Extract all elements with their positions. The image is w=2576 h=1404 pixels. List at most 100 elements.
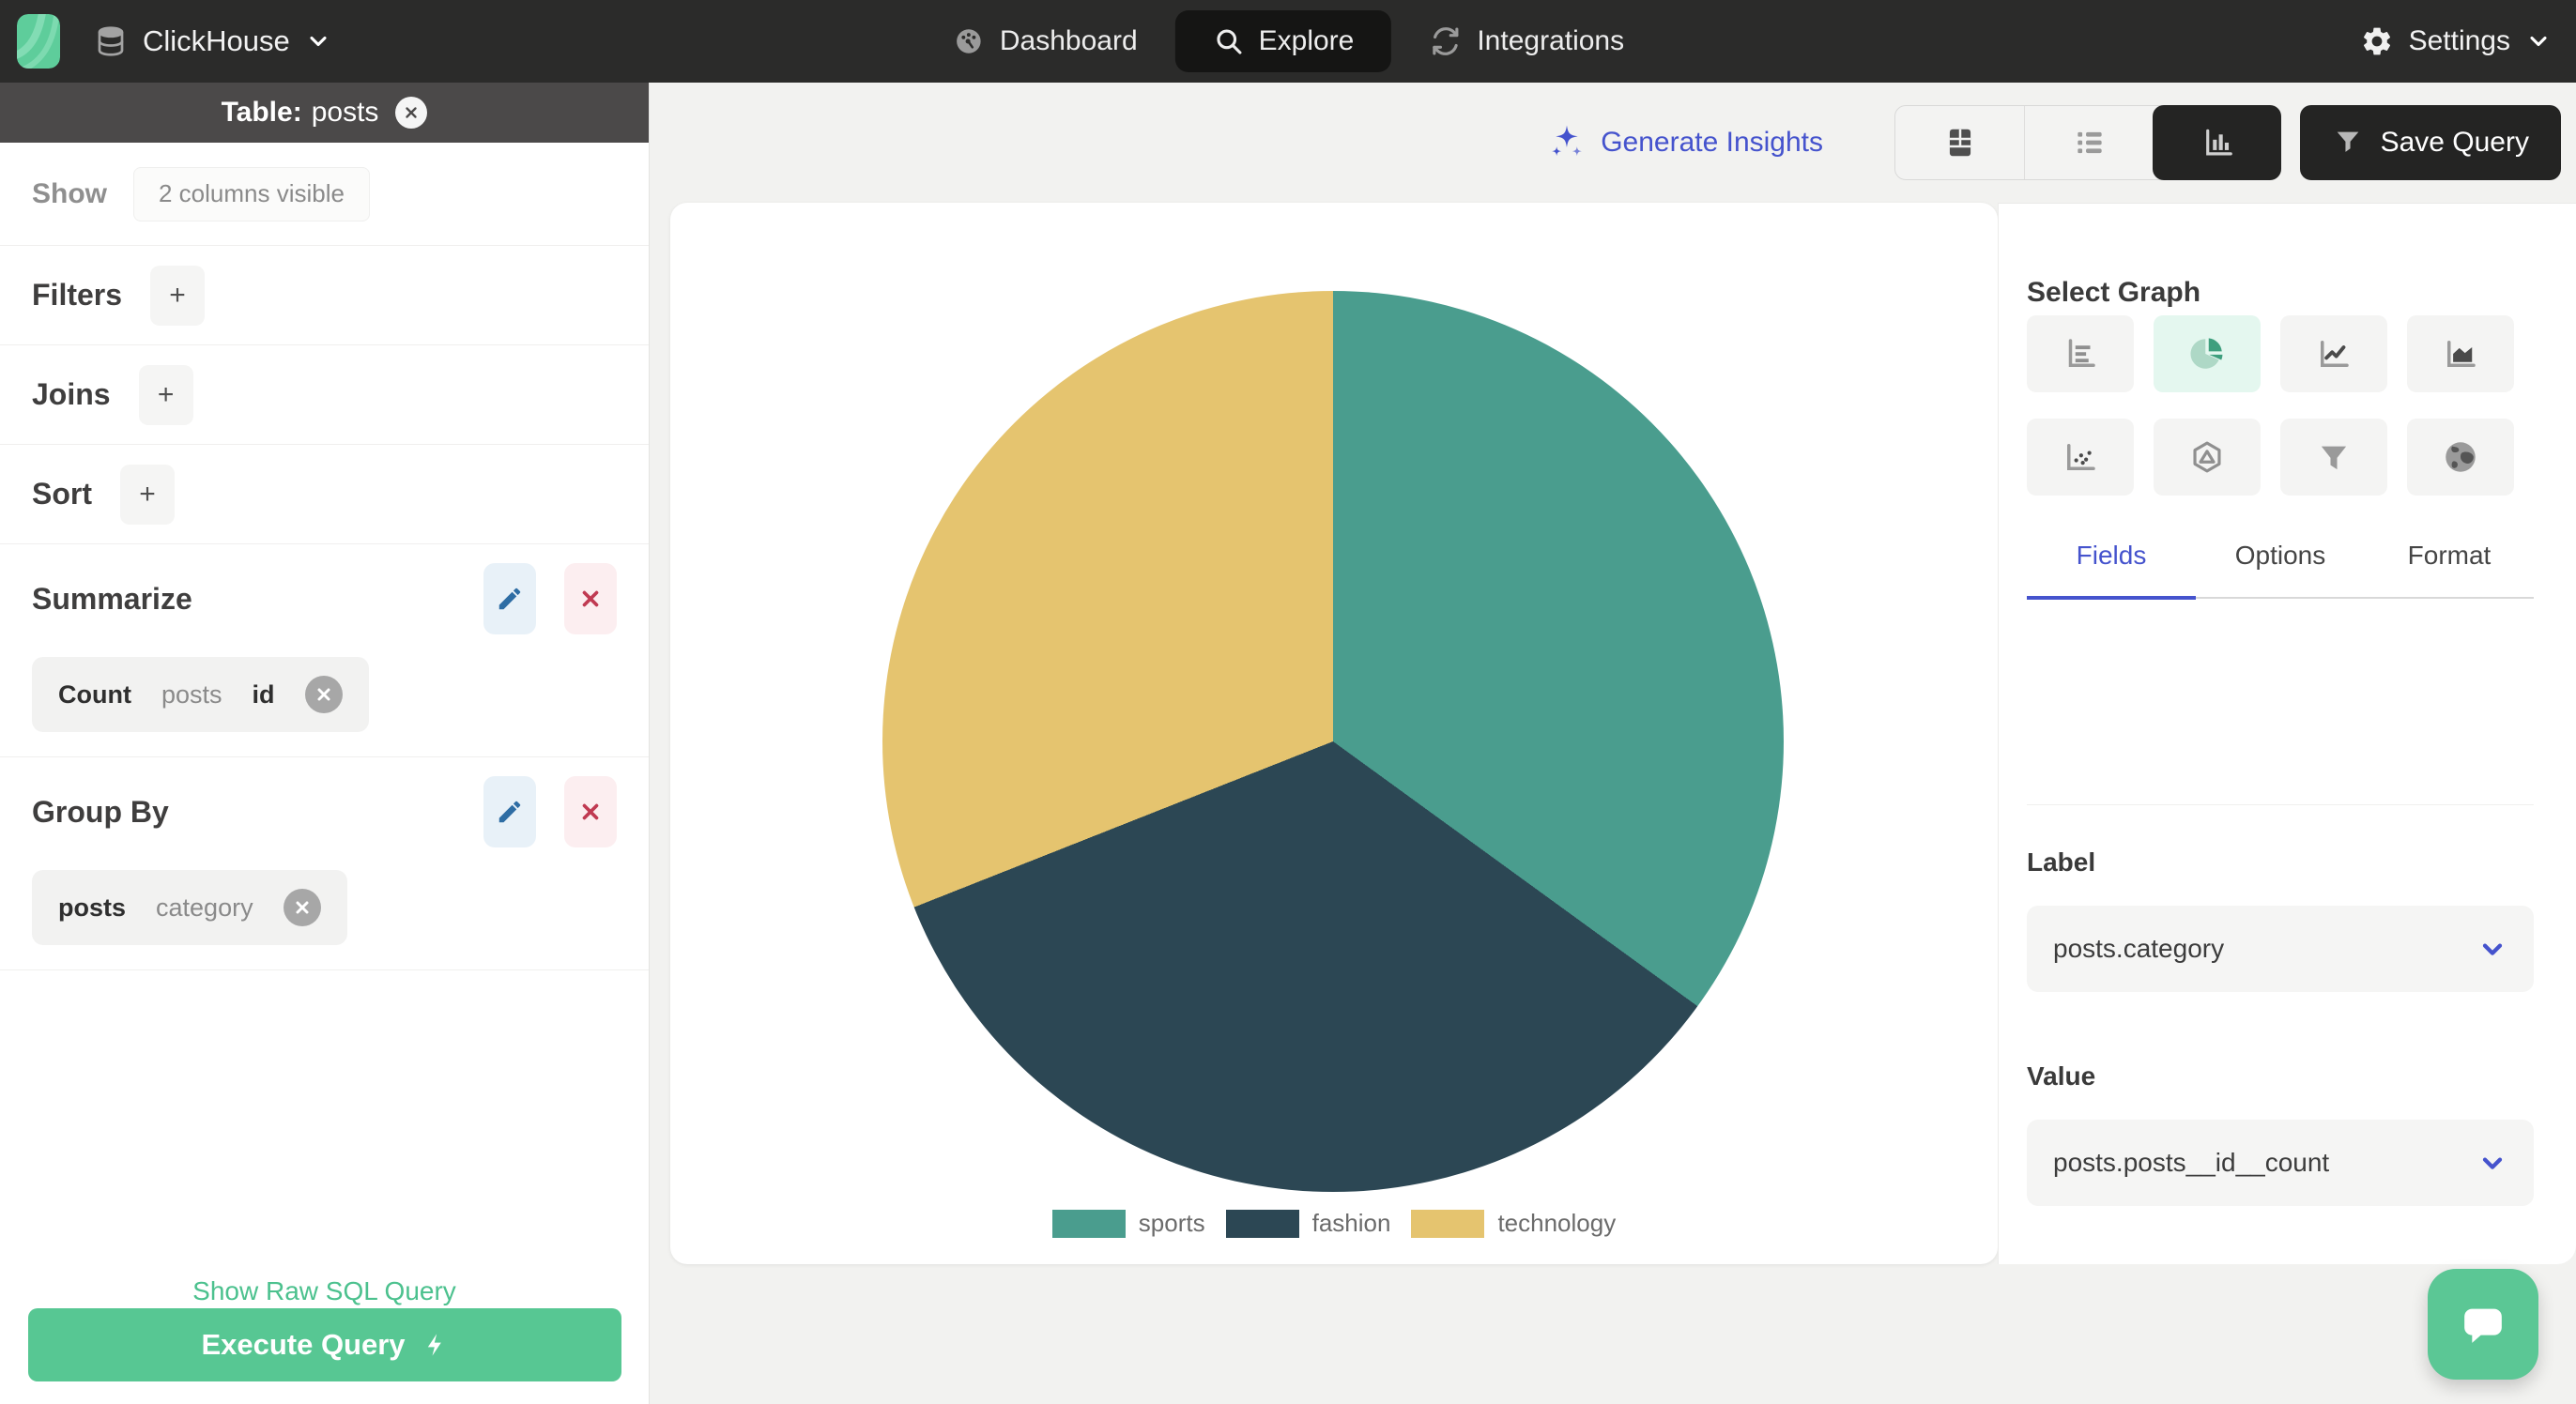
group-by-chip[interactable]: posts category xyxy=(32,870,347,945)
active-tab-underline xyxy=(2027,596,2196,600)
graph-type-line-button[interactable] xyxy=(2280,315,2387,392)
table-name: posts xyxy=(311,97,379,128)
chart-view-button[interactable] xyxy=(2153,105,2281,180)
legend-label: sports xyxy=(1138,1209,1205,1237)
pencil-icon xyxy=(496,585,524,613)
generate-insights-button[interactable]: Generate Insights xyxy=(1548,83,1823,203)
tab-options[interactable]: Options xyxy=(2196,534,2365,577)
legend-swatch xyxy=(1225,1209,1299,1238)
brand-name: ClickHouse xyxy=(143,24,290,57)
legend-item[interactable]: technology xyxy=(1411,1209,1616,1238)
nav-item-label: Integrations xyxy=(1477,25,1625,56)
scatter-plot-icon xyxy=(2061,437,2100,477)
settings-menu[interactable]: Settings xyxy=(2360,0,2552,83)
pie-chart-icon xyxy=(2187,334,2227,374)
add-filter-button[interactable]: + xyxy=(150,265,206,326)
chip-table: posts xyxy=(161,679,222,709)
sort-section: Sort + xyxy=(0,445,649,544)
value-select-value: posts.posts__id__count xyxy=(2053,1148,2330,1177)
group-by-label: Group By xyxy=(32,794,169,829)
chat-bubble-icon xyxy=(2457,1298,2509,1351)
chip-field: category xyxy=(156,893,253,922)
dashboard-gauge-icon xyxy=(952,24,986,58)
columns-visible-chip[interactable]: 2 columns visible xyxy=(133,166,370,221)
query-builder-sidebar: Table: posts Show 2 columns visible Filt… xyxy=(0,83,650,1404)
nav-item-dashboard[interactable]: Dashboard xyxy=(952,24,1138,58)
remove-group-by-button[interactable] xyxy=(564,776,617,847)
graph-type-funnel-button[interactable] xyxy=(2280,419,2387,496)
results-toolbar: Generate Insights Save Query xyxy=(650,83,2576,203)
radar-chart-icon xyxy=(2187,437,2227,477)
table-view-button[interactable] xyxy=(1895,106,2024,179)
filters-section: Filters + xyxy=(0,246,649,345)
chart-card: sports fashion technology xyxy=(670,203,1998,1264)
legend-swatch xyxy=(1411,1209,1485,1238)
show-raw-sql-link[interactable]: Show Raw SQL Query xyxy=(0,1276,649,1306)
nav-item-label: Explore xyxy=(1258,25,1355,56)
graph-settings-panel: Select Graph Fields Options Format Label… xyxy=(1998,203,2576,1264)
search-icon xyxy=(1213,25,1245,57)
chevron-down-icon xyxy=(305,28,331,54)
funnel-icon xyxy=(2332,127,2364,159)
tab-format[interactable]: Format xyxy=(2365,534,2534,577)
chat-widget-button[interactable] xyxy=(2428,1269,2538,1380)
app-logo xyxy=(17,14,60,69)
list-view-button[interactable] xyxy=(2024,106,2154,179)
summarize-section: Summarize Count posts id xyxy=(0,544,649,757)
sync-icon xyxy=(1429,24,1463,58)
value-heading: Value xyxy=(2027,1061,2096,1091)
legend-label: fashion xyxy=(1311,1209,1391,1237)
top-navbar: ClickHouse Dashboard Explore Integration… xyxy=(0,0,2576,83)
legend-item[interactable]: sports xyxy=(1051,1209,1205,1238)
database-selector[interactable]: ClickHouse xyxy=(94,24,331,58)
database-icon xyxy=(94,24,128,58)
pencil-icon xyxy=(496,798,524,826)
show-section: Show 2 columns visible xyxy=(0,143,649,246)
edit-summarize-button[interactable] xyxy=(483,563,536,634)
graph-type-bar-button[interactable] xyxy=(2027,315,2134,392)
x-icon xyxy=(578,800,603,824)
legend-swatch xyxy=(1051,1209,1126,1238)
graph-panel-tabs: Fields Options Format xyxy=(2027,534,2534,577)
legend-label: technology xyxy=(1497,1209,1617,1237)
execute-query-label: Execute Query xyxy=(201,1328,406,1361)
add-join-button[interactable]: + xyxy=(138,364,193,425)
label-select[interactable]: posts.category xyxy=(2027,906,2534,992)
group-by-section: Group By posts category xyxy=(0,757,649,970)
chevron-down-icon xyxy=(2477,934,2507,964)
value-select[interactable]: posts.posts__id__count xyxy=(2027,1120,2534,1206)
remove-chip-button[interactable] xyxy=(304,676,343,713)
remove-table-button[interactable] xyxy=(395,97,428,129)
legend-item[interactable]: fashion xyxy=(1225,1209,1391,1238)
graph-type-grid xyxy=(2027,315,2548,496)
save-query-button[interactable]: Save Query xyxy=(2299,105,2561,180)
graph-type-scatter-button[interactable] xyxy=(2027,419,2134,496)
pie-chart[interactable] xyxy=(882,291,1784,1192)
execute-query-button[interactable]: Execute Query xyxy=(28,1308,621,1381)
remove-chip-button[interactable] xyxy=(283,889,321,926)
chip-aggregation: Count xyxy=(58,679,131,709)
line-chart-icon xyxy=(2314,334,2354,374)
tab-fields[interactable]: Fields xyxy=(2027,534,2196,577)
chip-table: posts xyxy=(58,893,127,922)
graph-type-geo-button[interactable] xyxy=(2407,419,2514,496)
graph-type-pie-button[interactable] xyxy=(2154,315,2261,392)
joins-label: Joins xyxy=(32,377,111,411)
save-query-label: Save Query xyxy=(2380,127,2529,158)
summarize-chip[interactable]: Count posts id xyxy=(32,657,369,732)
view-toggle-group xyxy=(1894,105,2281,180)
label-select-value: posts.category xyxy=(2053,934,2225,963)
sort-label: Sort xyxy=(32,477,92,511)
nav-item-integrations[interactable]: Integrations xyxy=(1429,24,1624,58)
show-label: Show xyxy=(32,177,107,209)
graph-type-radar-button[interactable] xyxy=(2154,419,2261,496)
chart-legend: sports fashion technology xyxy=(670,1209,1998,1238)
gear-icon xyxy=(2360,24,2394,58)
area-chart-icon xyxy=(2441,334,2480,374)
add-sort-button[interactable]: + xyxy=(120,464,175,525)
nav-item-explore[interactable]: Explore xyxy=(1174,10,1392,72)
nav-item-label: Dashboard xyxy=(999,25,1138,56)
graph-type-area-button[interactable] xyxy=(2407,315,2514,392)
remove-summarize-button[interactable] xyxy=(564,563,617,634)
edit-group-by-button[interactable] xyxy=(483,776,536,847)
